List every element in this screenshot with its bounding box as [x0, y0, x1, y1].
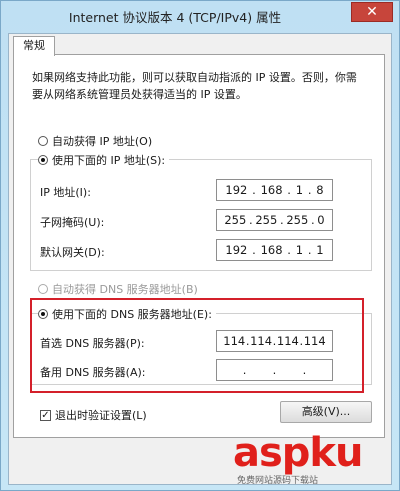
checkbox-icon[interactable]: ✓ [40, 409, 51, 421]
subnet-mask-label: 子网掩码(U): [40, 216, 105, 229]
watermark-subtext: 免费网站源码下载站 [237, 476, 319, 486]
manual-ip-option[interactable]: 使用下面的 IP 地址(S): [38, 152, 170, 168]
radio-icon[interactable] [38, 284, 48, 294]
manual-ip-label: 使用下面的 IP 地址(S): [52, 154, 166, 167]
dialog-client: 常规 如果网络支持此功能，则可以获取自动指派的 IP 设置。否则，你需要从网络系… [8, 33, 392, 485]
watermark-logo: aspku 免费网站源码下载站 [233, 430, 393, 486]
title-bar[interactable]: Internet 协议版本 4 (TCP/IPv4) 属性 ✕ [1, 1, 399, 29]
window-title: Internet 协议版本 4 (TCP/IPv4) 属性 [68, 10, 282, 25]
radio-icon[interactable] [38, 155, 48, 165]
description-text: 如果网络支持此功能，则可以获取自动指派的 IP 设置。否则，你需要从网络系统管理… [32, 71, 357, 101]
advanced-button[interactable]: 高级(V)... [280, 401, 372, 423]
gateway-label: 默认网关(D): [40, 246, 105, 259]
auto-dns-option[interactable]: 自动获得 DNS 服务器地址(B) [38, 281, 198, 297]
auto-ip-label: 自动获得 IP 地址(O) [52, 135, 153, 148]
auto-ip-option[interactable]: 自动获得 IP 地址(O) [38, 133, 152, 149]
general-panel: 如果网络支持此功能，则可以获取自动指派的 IP 设置。否则，你需要从网络系统管理… [13, 54, 385, 438]
gateway-field[interactable]: 192. 168. 1. 1 [216, 239, 333, 261]
radio-icon[interactable] [38, 136, 48, 146]
close-button[interactable]: ✕ [351, 2, 393, 22]
dialog-window: Internet 协议版本 4 (TCP/IPv4) 属性 ✕ 常规 如果网络支… [0, 0, 400, 491]
watermark-logo-text: aspku [233, 430, 364, 476]
subnet-mask-field[interactable]: 255. 255. 255. 0 [216, 209, 333, 231]
auto-dns-label: 自动获得 DNS 服务器地址(B) [52, 283, 198, 296]
ip-address-label: IP 地址(I): [40, 186, 91, 199]
tab-general[interactable]: 常规 [13, 36, 55, 56]
validate-settings-label: 退出时验证设置(L) [55, 409, 147, 422]
ip-address-field[interactable]: 192. 168. 1. 8 [216, 179, 333, 201]
close-icon: ✕ [366, 4, 378, 20]
validate-settings-option[interactable]: ✓ 退出时验证设置(L) [40, 407, 147, 423]
dns-highlight-box [30, 298, 364, 393]
